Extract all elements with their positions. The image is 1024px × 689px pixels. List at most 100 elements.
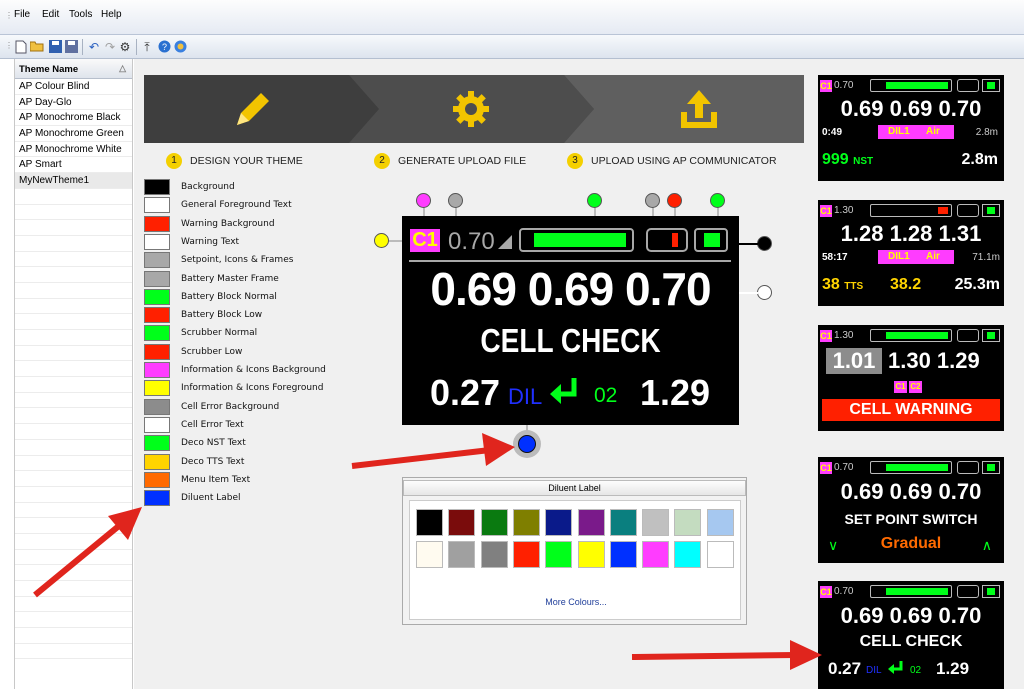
palette-swatch[interactable] bbox=[706, 509, 734, 536]
legend-row[interactable]: Background bbox=[144, 179, 374, 196]
menu-file[interactable]: File bbox=[14, 9, 30, 20]
legend-label: Warning Text bbox=[181, 236, 240, 247]
legend-swatch[interactable] bbox=[144, 362, 170, 378]
palette-swatch[interactable] bbox=[545, 541, 573, 568]
color-pick-dot-foreground[interactable] bbox=[757, 285, 772, 300]
legend-label: Deco TTS Text bbox=[181, 456, 245, 467]
legend-row[interactable]: Scrubber Low bbox=[144, 343, 374, 361]
legend-swatch[interactable] bbox=[144, 471, 170, 488]
color-pick-dot-background[interactable] bbox=[757, 236, 772, 251]
palette-swatch[interactable] bbox=[416, 541, 443, 568]
menu-help[interactable]: Help bbox=[101, 9, 122, 20]
color-pick-dot-diluent[interactable] bbox=[518, 435, 536, 453]
palette-swatch[interactable] bbox=[512, 541, 540, 568]
dive-time: 0:49 bbox=[822, 127, 843, 138]
legend-swatch[interactable] bbox=[144, 197, 170, 214]
legend-swatch[interactable] bbox=[144, 343, 170, 360]
open-folder-icon[interactable] bbox=[29, 40, 44, 54]
palette-swatch[interactable] bbox=[448, 509, 476, 536]
legend-row[interactable]: Battery Block Normal bbox=[144, 288, 374, 306]
palette-swatch[interactable] bbox=[480, 509, 508, 536]
diluent-value: 0.27 bbox=[828, 659, 862, 678]
legend-swatch[interactable] bbox=[144, 398, 170, 415]
color-pick-dot-info-fg[interactable] bbox=[374, 233, 389, 248]
palette-swatch[interactable] bbox=[609, 509, 637, 536]
color-pick-dot-scrubber[interactable] bbox=[710, 193, 725, 208]
palette-swatch[interactable] bbox=[642, 541, 670, 568]
legend-swatch[interactable] bbox=[144, 233, 170, 250]
theme-item[interactable]: AP Colour Blind bbox=[15, 79, 132, 95]
theme-item[interactable]: AP Monochrome Black bbox=[15, 110, 132, 127]
legend-swatch[interactable] bbox=[144, 252, 170, 269]
legend-row[interactable]: Information & Icons Background bbox=[144, 362, 374, 379]
legend-row[interactable]: Cell Error Background bbox=[144, 398, 374, 416]
palette-swatch[interactable] bbox=[480, 541, 508, 568]
menu-edit[interactable]: Edit bbox=[42, 9, 59, 20]
legend-swatch[interactable] bbox=[144, 215, 170, 232]
palette-swatch[interactable] bbox=[642, 509, 670, 536]
legend-swatch[interactable] bbox=[144, 179, 170, 195]
theme-item[interactable]: AP Smart bbox=[15, 157, 132, 174]
theme-item-selected[interactable]: MyNewTheme1 bbox=[15, 173, 132, 189]
palette-swatch[interactable] bbox=[448, 541, 476, 568]
legend-row[interactable]: Battery Master Frame bbox=[144, 270, 374, 288]
save-icon[interactable] bbox=[48, 40, 62, 54]
palette-swatch[interactable] bbox=[577, 509, 605, 536]
color-pick-dot-setpoint[interactable] bbox=[448, 193, 463, 208]
legend-swatch[interactable] bbox=[144, 270, 170, 287]
legend-row[interactable]: Information & Icons Foreground bbox=[144, 380, 374, 397]
legend-row[interactable]: Cell Error Text bbox=[144, 416, 374, 434]
settings-gear-icon[interactable]: ⚙ bbox=[118, 40, 132, 54]
palette-swatch[interactable] bbox=[674, 541, 702, 568]
legend-row[interactable]: Deco NST Text bbox=[144, 435, 374, 452]
diluent-label: DIL bbox=[508, 384, 543, 409]
legend-swatch[interactable] bbox=[144, 325, 170, 342]
legend-swatch[interactable] bbox=[144, 416, 170, 433]
legend-swatch[interactable] bbox=[144, 380, 170, 397]
palette-swatch[interactable] bbox=[545, 509, 573, 536]
palette-swatch[interactable] bbox=[674, 509, 702, 536]
legend-row[interactable]: Deco TTS Text bbox=[144, 453, 374, 471]
color-pick-dot-info-bg[interactable] bbox=[416, 193, 431, 208]
theme-list-header[interactable]: Theme Name △ bbox=[15, 59, 132, 79]
menu-tools[interactable]: Tools bbox=[69, 9, 92, 20]
palette-swatch[interactable] bbox=[512, 509, 540, 536]
legend-swatch[interactable] bbox=[144, 453, 170, 470]
help-icon[interactable]: ? bbox=[157, 40, 171, 54]
theme-item[interactable]: AP Monochrome White bbox=[15, 142, 132, 158]
info-icon[interactable] bbox=[173, 40, 187, 54]
legend-row[interactable]: Diluent Label bbox=[144, 490, 374, 507]
theme-item[interactable]: AP Day-Glo bbox=[15, 95, 132, 111]
sort-icon[interactable]: △ bbox=[119, 63, 126, 74]
legend-row[interactable]: General Foreground Text bbox=[144, 197, 374, 214]
color-pick-dot-battery-frame[interactable] bbox=[645, 193, 660, 208]
legend-swatch[interactable] bbox=[144, 307, 170, 324]
step-label: DESIGN YOUR THEME bbox=[190, 154, 303, 167]
save-as-icon[interactable] bbox=[64, 40, 78, 54]
upload-icon[interactable]: ⤒ bbox=[140, 40, 154, 54]
palette-swatch[interactable] bbox=[577, 541, 605, 568]
legend-swatch[interactable] bbox=[144, 490, 170, 507]
legend-row[interactable]: Battery Block Low bbox=[144, 307, 374, 324]
new-file-icon[interactable] bbox=[14, 40, 28, 54]
legend-label: Battery Master Frame bbox=[181, 273, 279, 284]
scrubber-low-bar bbox=[672, 233, 678, 247]
palette-swatch[interactable] bbox=[416, 509, 443, 536]
more-colours-link[interactable]: More Colours... bbox=[410, 597, 742, 607]
undo-icon[interactable]: ↶ bbox=[87, 40, 101, 54]
color-pick-dot-battery-low[interactable] bbox=[667, 193, 682, 208]
palette-swatch[interactable] bbox=[609, 541, 637, 568]
legend-row[interactable]: Warning Background bbox=[144, 215, 374, 233]
legend-swatch[interactable] bbox=[144, 435, 170, 452]
legend-row[interactable]: Menu Item Text bbox=[144, 471, 374, 489]
redo-icon[interactable]: ↷ bbox=[103, 40, 117, 54]
palette-swatch[interactable] bbox=[706, 541, 734, 568]
preview-dive-tts: C1 1.30 1.28 1.28 1.31 58:17 DIL1 Air 71… bbox=[818, 200, 1004, 306]
legend-row[interactable]: Warning Text bbox=[144, 233, 374, 251]
color-pick-dot-battery-normal[interactable] bbox=[587, 193, 602, 208]
legend-row[interactable]: Scrubber Normal bbox=[144, 325, 374, 342]
theme-designer: 1 DESIGN YOUR THEME 2 GENERATE UPLOAD FILE… bbox=[134, 59, 1024, 689]
legend-row[interactable]: Setpoint, Icons & Frames bbox=[144, 252, 374, 269]
theme-item[interactable]: AP Monochrome Green bbox=[15, 126, 132, 142]
legend-swatch[interactable] bbox=[144, 288, 170, 305]
